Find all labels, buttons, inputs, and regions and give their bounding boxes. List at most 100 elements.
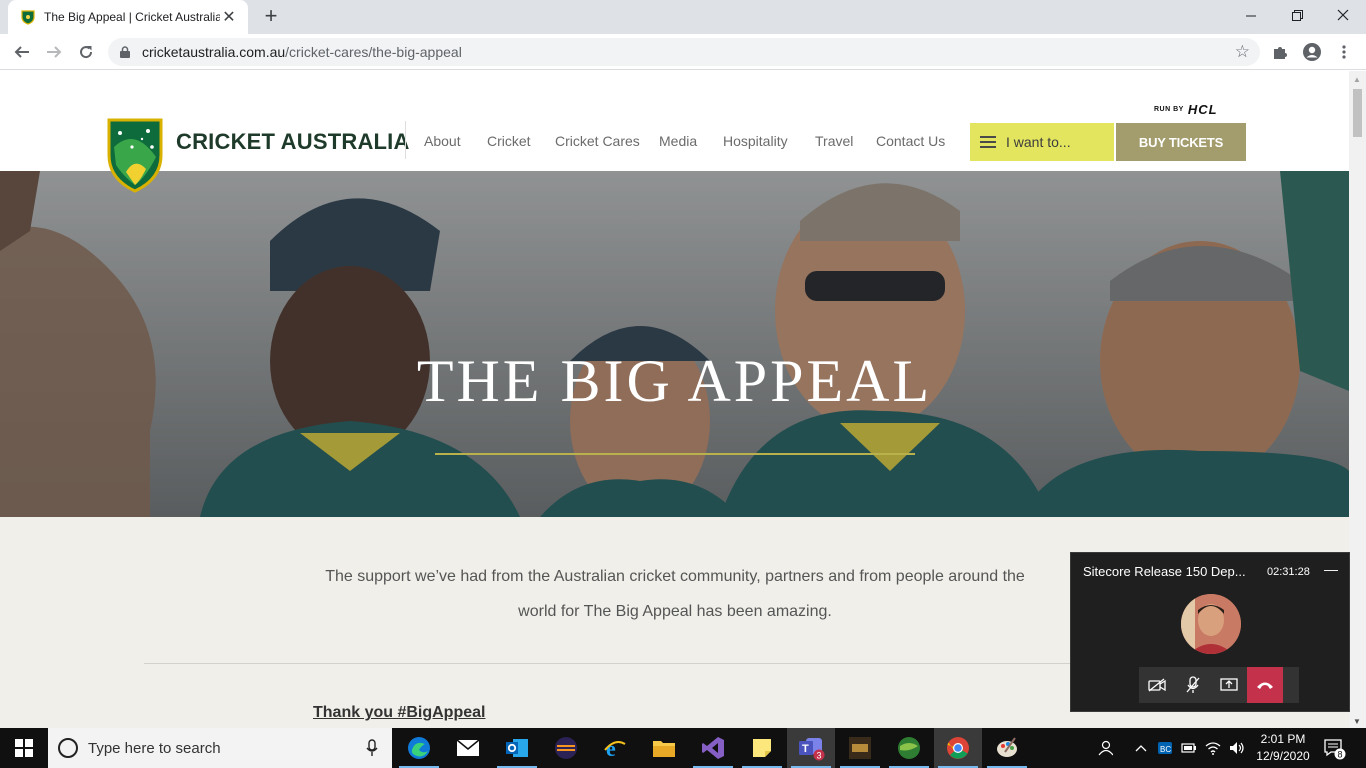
mute-button[interactable] — [1175, 667, 1211, 703]
taskbar-internet-explorer[interactable]: e — [591, 728, 639, 768]
taskbar-edge[interactable] — [395, 728, 443, 768]
teams-icon: T 3 — [799, 738, 825, 761]
minimize-window-button[interactable] — [1228, 0, 1274, 30]
restore-window-button[interactable] — [1274, 0, 1320, 30]
thank-you-big-appeal-link[interactable]: Thank you #BigAppeal — [313, 704, 485, 722]
url-path: /cricket-cares/the-big-appeal — [285, 44, 462, 60]
hero-banner: THE BIG APPEAL — [0, 171, 1349, 517]
kebab-menu-icon — [1342, 45, 1346, 59]
nav-hospitality[interactable]: Hospitality — [723, 133, 788, 149]
address-bar[interactable]: cricketaustralia.com.au/cricket-cares/th… — [108, 38, 1260, 66]
profile-button[interactable] — [1300, 40, 1324, 64]
nav-cricket[interactable]: Cricket — [487, 133, 531, 149]
minimize-call-icon[interactable]: — — [1324, 561, 1338, 577]
camera-off-icon — [1148, 678, 1166, 692]
content-divider — [144, 663, 1094, 664]
show-hidden-icons-button[interactable] — [1132, 728, 1150, 768]
nav-cricket-cares[interactable]: Cricket Cares — [555, 133, 640, 149]
i-want-to-button[interactable]: I want to... — [970, 123, 1114, 161]
nav-contact-us[interactable]: Contact Us — [876, 133, 945, 149]
reload-button[interactable] — [72, 38, 100, 66]
battery-plug-icon — [1181, 743, 1196, 753]
device-tray-icon: BC — [1158, 742, 1172, 754]
taskbar-mail[interactable] — [444, 728, 492, 768]
close-window-button[interactable] — [1320, 0, 1366, 30]
hero-title-underline — [435, 453, 915, 455]
new-tab-button[interactable]: + — [258, 4, 284, 30]
volume-tray[interactable] — [1226, 728, 1248, 768]
i-want-to-label: I want to... — [1006, 134, 1071, 150]
svg-text:T: T — [802, 743, 809, 755]
edge-icon — [408, 737, 430, 759]
notifications-icon: 8 — [1324, 739, 1346, 760]
taskbar-visual-studio[interactable] — [689, 728, 737, 768]
cricket-australia-crest-logo[interactable] — [106, 117, 164, 193]
taskbar-teams[interactable]: T 3 — [787, 728, 835, 768]
teams-badge-count: 3 — [817, 751, 822, 761]
brand-name[interactable]: CRICKET AUSTRALIA — [176, 129, 410, 155]
buy-tickets-button[interactable]: BUY TICKETS — [1116, 123, 1246, 161]
taskbar-sticky-notes[interactable] — [738, 728, 786, 768]
close-icon — [1337, 9, 1349, 21]
scrollbar-thumb[interactable] — [1353, 89, 1362, 137]
teams-call-window[interactable]: Sitecore Release 150 Dep... 02:31:28 — — [1070, 552, 1350, 712]
taskbar-search-box[interactable]: Type here to search — [48, 728, 392, 768]
taskbar-file-explorer[interactable] — [640, 728, 688, 768]
start-button[interactable] — [0, 728, 48, 768]
nav-about[interactable]: About — [424, 133, 461, 149]
chrome-icon — [947, 737, 969, 759]
meeting-title: Sitecore Release 150 Dep... — [1083, 564, 1246, 579]
people-button[interactable] — [1094, 728, 1116, 768]
bluetooth-tray[interactable]: BC — [1154, 728, 1176, 768]
chrome-menu-button[interactable] — [1332, 40, 1356, 64]
paint-palette-icon — [997, 737, 1017, 757]
run-by-hcl-sponsor[interactable]: RUN BY HCL — [1154, 102, 1218, 117]
taskbar-chrome[interactable] — [934, 728, 982, 768]
taskbar-age-of-empires[interactable] — [836, 728, 884, 768]
taskbar-eclipse[interactable] — [542, 728, 590, 768]
game-icon — [849, 737, 871, 759]
hero-title: THE BIG APPEAL — [416, 348, 933, 414]
browser-toolbar: cricketaustralia.com.au/cricket-cares/th… — [0, 34, 1366, 70]
minimize-icon — [1245, 15, 1256, 16]
taskbar-outlook[interactable] — [493, 728, 541, 768]
lock-icon — [120, 46, 130, 58]
network-tray[interactable] — [1202, 728, 1224, 768]
microphone-icon[interactable] — [358, 734, 386, 762]
back-button[interactable] — [8, 38, 36, 66]
eclipse-icon — [555, 737, 577, 759]
action-center-button[interactable]: 8 — [1322, 736, 1346, 760]
people-icon — [1098, 740, 1113, 756]
battery-tray[interactable] — [1178, 728, 1200, 768]
extensions-button[interactable] — [1268, 40, 1292, 64]
svg-text:BC: BC — [1160, 745, 1171, 754]
forward-button[interactable] — [40, 38, 68, 66]
share-screen-icon — [1220, 678, 1238, 691]
system-clock[interactable]: 2:01 PM 12/9/2020 — [1252, 731, 1314, 765]
url-host: cricketaustralia.com.au — [142, 44, 286, 60]
hcl-logo: HCL — [1187, 102, 1218, 117]
windows-taskbar: Type here to search e T 3 BC 2:01 PM 12/… — [0, 728, 1366, 768]
hang-up-button[interactable] — [1247, 667, 1283, 703]
browser-tab[interactable]: The Big Appeal | Cricket Australia ✕ — [8, 0, 248, 34]
microphone-off-icon — [1186, 676, 1200, 693]
cortana-circle-icon — [58, 738, 78, 758]
hang-up-icon — [1257, 682, 1273, 689]
windows-logo-icon — [15, 739, 33, 757]
page-scrollbar[interactable]: ▲ ▼ — [1349, 71, 1366, 728]
camera-off-button[interactable] — [1139, 667, 1175, 703]
puzzle-icon — [1274, 47, 1287, 59]
taskbar-paint[interactable] — [983, 728, 1031, 768]
tab-title: The Big Appeal | Cricket Australia — [44, 10, 220, 24]
share-screen-button[interactable] — [1211, 667, 1247, 703]
taskbar-globe-app[interactable] — [885, 728, 933, 768]
scroll-down-arrow-icon[interactable]: ▼ — [1353, 717, 1361, 726]
tab-close-icon[interactable]: ✕ — [220, 7, 238, 27]
scroll-up-arrow-icon[interactable]: ▲ — [1353, 75, 1361, 84]
bookmark-star-icon[interactable]: ☆ — [1235, 42, 1250, 62]
reload-icon — [80, 46, 93, 59]
profile-avatar-icon — [1303, 43, 1321, 61]
call-duration: 02:31:28 — [1267, 566, 1310, 578]
nav-media[interactable]: Media — [659, 133, 697, 149]
nav-travel[interactable]: Travel — [815, 133, 853, 149]
